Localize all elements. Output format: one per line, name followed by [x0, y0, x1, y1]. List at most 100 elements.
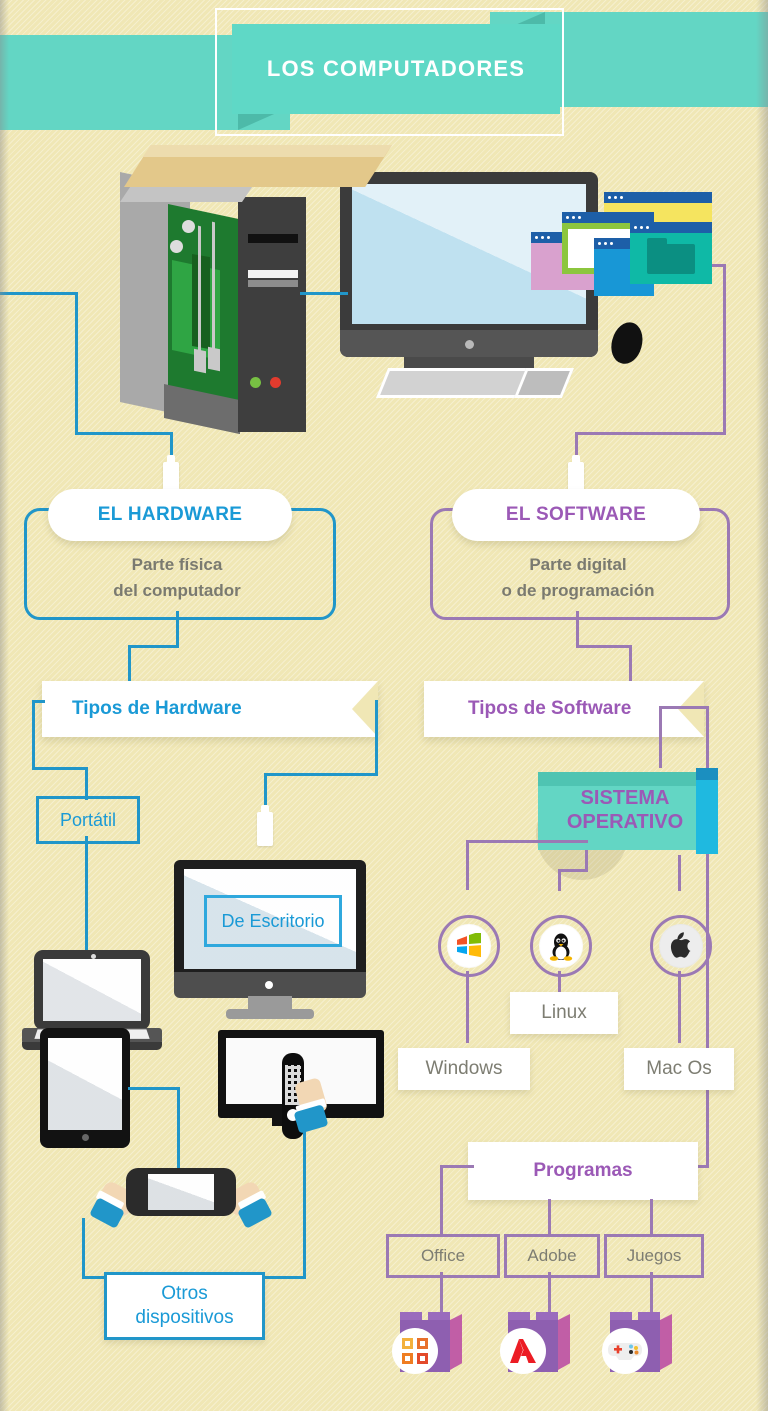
floating-window-teal [630, 222, 712, 284]
folder-icon [647, 237, 695, 274]
software-types-label: Tipos de Software [468, 698, 632, 719]
hardware-description: Parte física del computador [44, 552, 310, 603]
linux-label: Linux [541, 1002, 587, 1023]
connector-line [650, 1272, 653, 1314]
connector-line [85, 836, 88, 956]
connector-line [659, 706, 709, 709]
label-mac-os: Mac Os [624, 1048, 734, 1090]
software-description: Parte digital o de programación [442, 552, 714, 603]
linux-os-circle [530, 915, 592, 977]
computer-tower-icon [120, 168, 306, 435]
adobe-box [500, 1312, 570, 1374]
adobe-logo-icon [500, 1328, 546, 1374]
connector-line [466, 971, 469, 1043]
label-portatil: Portátil [36, 796, 140, 844]
operating-system-title: SISTEMA OPERATIVO [540, 786, 710, 835]
connector-line [576, 645, 632, 648]
header-banner: LOS COMPUTADORES [0, 0, 768, 150]
office-label: Office [420, 1246, 466, 1265]
operating-system-tab-shade [696, 768, 718, 780]
connector-line [558, 869, 561, 891]
desk-surface-top [142, 145, 392, 157]
software-types-banner: Tipos de Software [424, 681, 704, 737]
right-edge-shadow [756, 0, 768, 1411]
connector-line [128, 645, 179, 648]
escritorio-label: De Escritorio [221, 910, 325, 931]
juegos-label: Juegos [626, 1246, 682, 1265]
connector-line [32, 767, 88, 770]
label-juegos: Juegos [604, 1234, 704, 1278]
label-linux: Linux [510, 992, 618, 1034]
connector-line [466, 840, 469, 890]
hardware-pill: EL HARDWARE [48, 489, 292, 541]
mouse-icon [607, 318, 647, 368]
tablet-icon [40, 1028, 130, 1148]
hardware-types-banner: Tipos de Hardware [42, 681, 378, 737]
mac-os-circle [650, 915, 712, 977]
connector-line [35, 700, 45, 703]
operating-system-box-top [538, 772, 700, 786]
software-description-line1: Parte digital [529, 555, 627, 574]
connector-line [440, 1272, 443, 1314]
connector-line [440, 1165, 443, 1237]
connector-line [375, 700, 378, 776]
connector-line [128, 1087, 180, 1090]
connector-line [176, 611, 179, 647]
connector-line [303, 1128, 306, 1278]
connector-line [75, 292, 78, 434]
connector-line [576, 611, 579, 647]
connector-line [723, 264, 726, 434]
software-pill-label: EL SOFTWARE [505, 504, 647, 525]
windows-label: Windows [425, 1058, 503, 1079]
handheld-console-icon [126, 1168, 236, 1216]
connector-line [128, 645, 131, 681]
microsoft-office-icon [392, 1328, 438, 1374]
windows-os-circle [438, 915, 500, 977]
hardware-description-line2: del computador [113, 580, 241, 600]
windows-logo-icon [447, 924, 491, 968]
programs-label: Programas [533, 1160, 633, 1181]
software-description-line2: o de programación [501, 580, 655, 600]
connector-line [578, 432, 726, 435]
linux-penguin-icon [539, 924, 583, 968]
office-box [392, 1312, 462, 1374]
connector-line [32, 700, 35, 770]
connector-line [75, 432, 173, 435]
keyboard-numpad-icon [513, 368, 575, 398]
connector-line [659, 706, 662, 768]
connector-line [650, 1199, 653, 1237]
connector-line [82, 1218, 85, 1278]
adobe-label: Adobe [527, 1246, 577, 1265]
label-office: Office [386, 1234, 500, 1278]
connector-line [558, 971, 561, 993]
label-windows: Windows [398, 1048, 530, 1090]
infographic-canvas: LOS COMPUTADORES EL HARDWARE Parte físic… [0, 0, 768, 1411]
hardware-types-label: Tipos de Hardware [72, 698, 242, 719]
apple-logo-icon [659, 924, 703, 968]
connector-line [0, 292, 78, 295]
label-de-escritorio: De Escritorio [204, 895, 342, 947]
juegos-box [602, 1312, 672, 1374]
header-plate: LOS COMPUTADORES [232, 24, 560, 114]
plug-connector-desktop [257, 805, 273, 846]
programs-banner: Programas [468, 1142, 698, 1200]
connector-line [678, 855, 681, 891]
connector-line [466, 840, 588, 843]
otros-line1: Otros [161, 1283, 208, 1305]
label-otros-dispositivos: Otros dispositivos [104, 1272, 265, 1340]
connector-line [548, 1272, 551, 1314]
gamepad-icon [602, 1328, 648, 1374]
hardware-pill-label: EL HARDWARE [97, 504, 243, 525]
connector-line [629, 645, 632, 681]
portatil-label: Portátil [59, 809, 117, 830]
desktop-computer-icon: De Escritorio [160, 860, 382, 1020]
page-title: LOS COMPUTADORES [266, 56, 526, 81]
left-edge-shadow [0, 0, 9, 1411]
connector-line [558, 869, 588, 872]
connector-line [177, 1087, 180, 1169]
connector-line [264, 773, 378, 776]
mac-os-label: Mac Os [646, 1058, 712, 1079]
banner-notch [678, 681, 704, 737]
so-title-line2: OPERATIVO [566, 811, 684, 834]
otros-line2: dispositivos [135, 1307, 234, 1328]
